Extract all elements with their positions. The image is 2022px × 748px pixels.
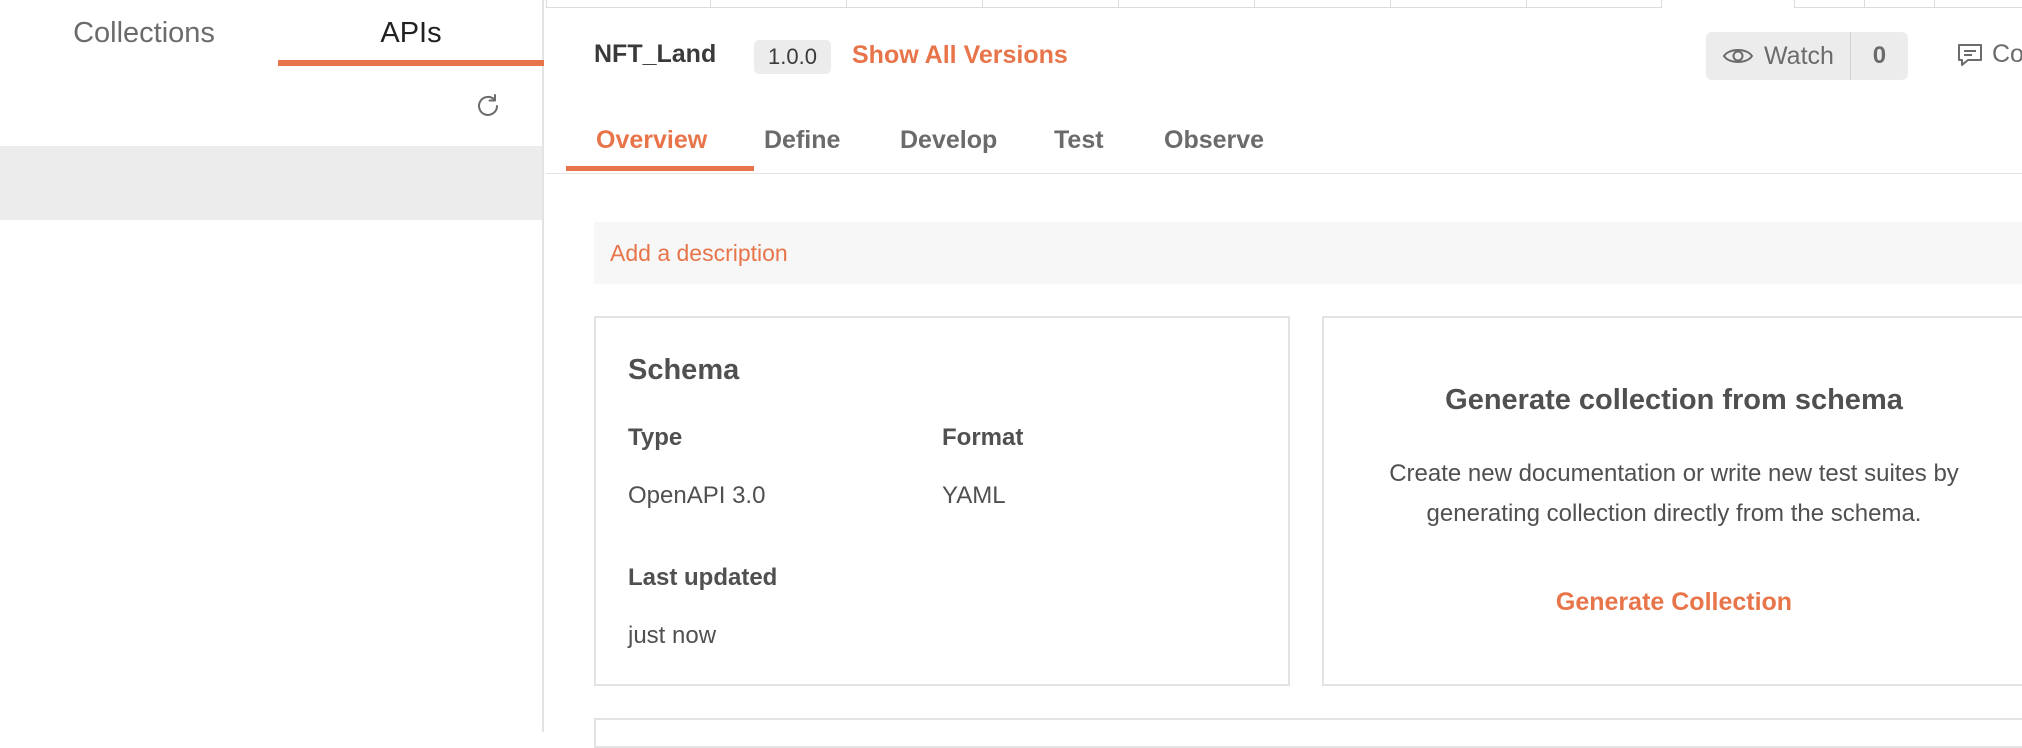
refresh-button[interactable]: [470, 88, 506, 124]
generate-description: Create new documentation or write new te…: [1389, 460, 1959, 527]
tab-test[interactable]: Test: [1054, 126, 1104, 155]
type-label: Type: [628, 424, 683, 451]
sidebar-tabs: Collections APIs: [0, 0, 544, 66]
open-tab[interactable]: [1934, 0, 2022, 8]
api-name: NFT_Land: [594, 40, 717, 68]
watch-button[interactable]: Watch: [1706, 32, 1850, 80]
version-badge[interactable]: 1.0.0: [754, 40, 831, 74]
sidebar: Collections APIs: [0, 0, 544, 732]
open-tab[interactable]: [982, 0, 1118, 8]
schema-card: Schema Type OpenAPI 3.0 Format YAML Last…: [594, 316, 1290, 686]
open-tab[interactable]: [1864, 0, 1934, 8]
open-tab[interactable]: [1390, 0, 1526, 8]
selected-api-row[interactable]: [0, 146, 542, 220]
open-tab[interactable]: [846, 0, 982, 8]
type-value: OpenAPI 3.0: [628, 482, 766, 509]
open-tab[interactable]: [1254, 0, 1390, 8]
tab-define[interactable]: Define: [764, 126, 840, 155]
add-description-field[interactable]: Add a description: [594, 222, 2022, 284]
open-tab[interactable]: [710, 0, 846, 8]
tab-observe[interactable]: Observe: [1164, 126, 1264, 155]
generate-collection-card: Generate collection from schema Create n…: [1322, 316, 2022, 686]
add-description-placeholder: Add a description: [610, 239, 788, 266]
tab-develop[interactable]: Develop: [900, 126, 997, 155]
open-tabs-strip: [546, 0, 2022, 8]
comments-button[interactable]: Co: [1956, 40, 2022, 69]
show-all-versions-link[interactable]: Show All Versions: [852, 41, 1068, 70]
watch-label: Watch: [1764, 41, 1834, 70]
last-updated-value: just now: [628, 622, 717, 649]
schema-title: Schema: [628, 354, 740, 386]
api-subtabs: Overview Define Develop Test Observe: [546, 110, 2022, 174]
format-label: Format: [942, 424, 1024, 451]
format-value: YAML: [942, 482, 1006, 509]
open-tab[interactable]: [1118, 0, 1254, 8]
tab-collections[interactable]: Collections: [10, 0, 278, 66]
open-tab[interactable]: [1526, 0, 1662, 8]
comment-icon: [1958, 43, 1982, 66]
next-card: [594, 718, 2022, 748]
open-tab[interactable]: [546, 0, 710, 8]
watch-group: Watch 0: [1706, 32, 1908, 80]
version-label: 1.0.0: [768, 44, 817, 69]
refresh-icon: [478, 94, 498, 116]
last-updated-label: Last updated: [628, 564, 778, 591]
tab-apis-label: APIs: [380, 16, 442, 49]
tab-apis[interactable]: APIs: [278, 0, 544, 66]
generate-collection-link[interactable]: Generate Collection: [1324, 588, 2022, 617]
tab-collections-label: Collections: [73, 16, 215, 49]
active-tab-indicator: [566, 166, 754, 171]
comments-label: Co: [1992, 40, 2022, 68]
open-tab[interactable]: [1794, 0, 1864, 8]
tab-overview[interactable]: Overview: [596, 126, 707, 155]
watch-count[interactable]: 0: [1849, 32, 1908, 80]
eye-icon: [1722, 49, 1754, 63]
generate-title: Generate collection from schema: [1445, 384, 1903, 416]
